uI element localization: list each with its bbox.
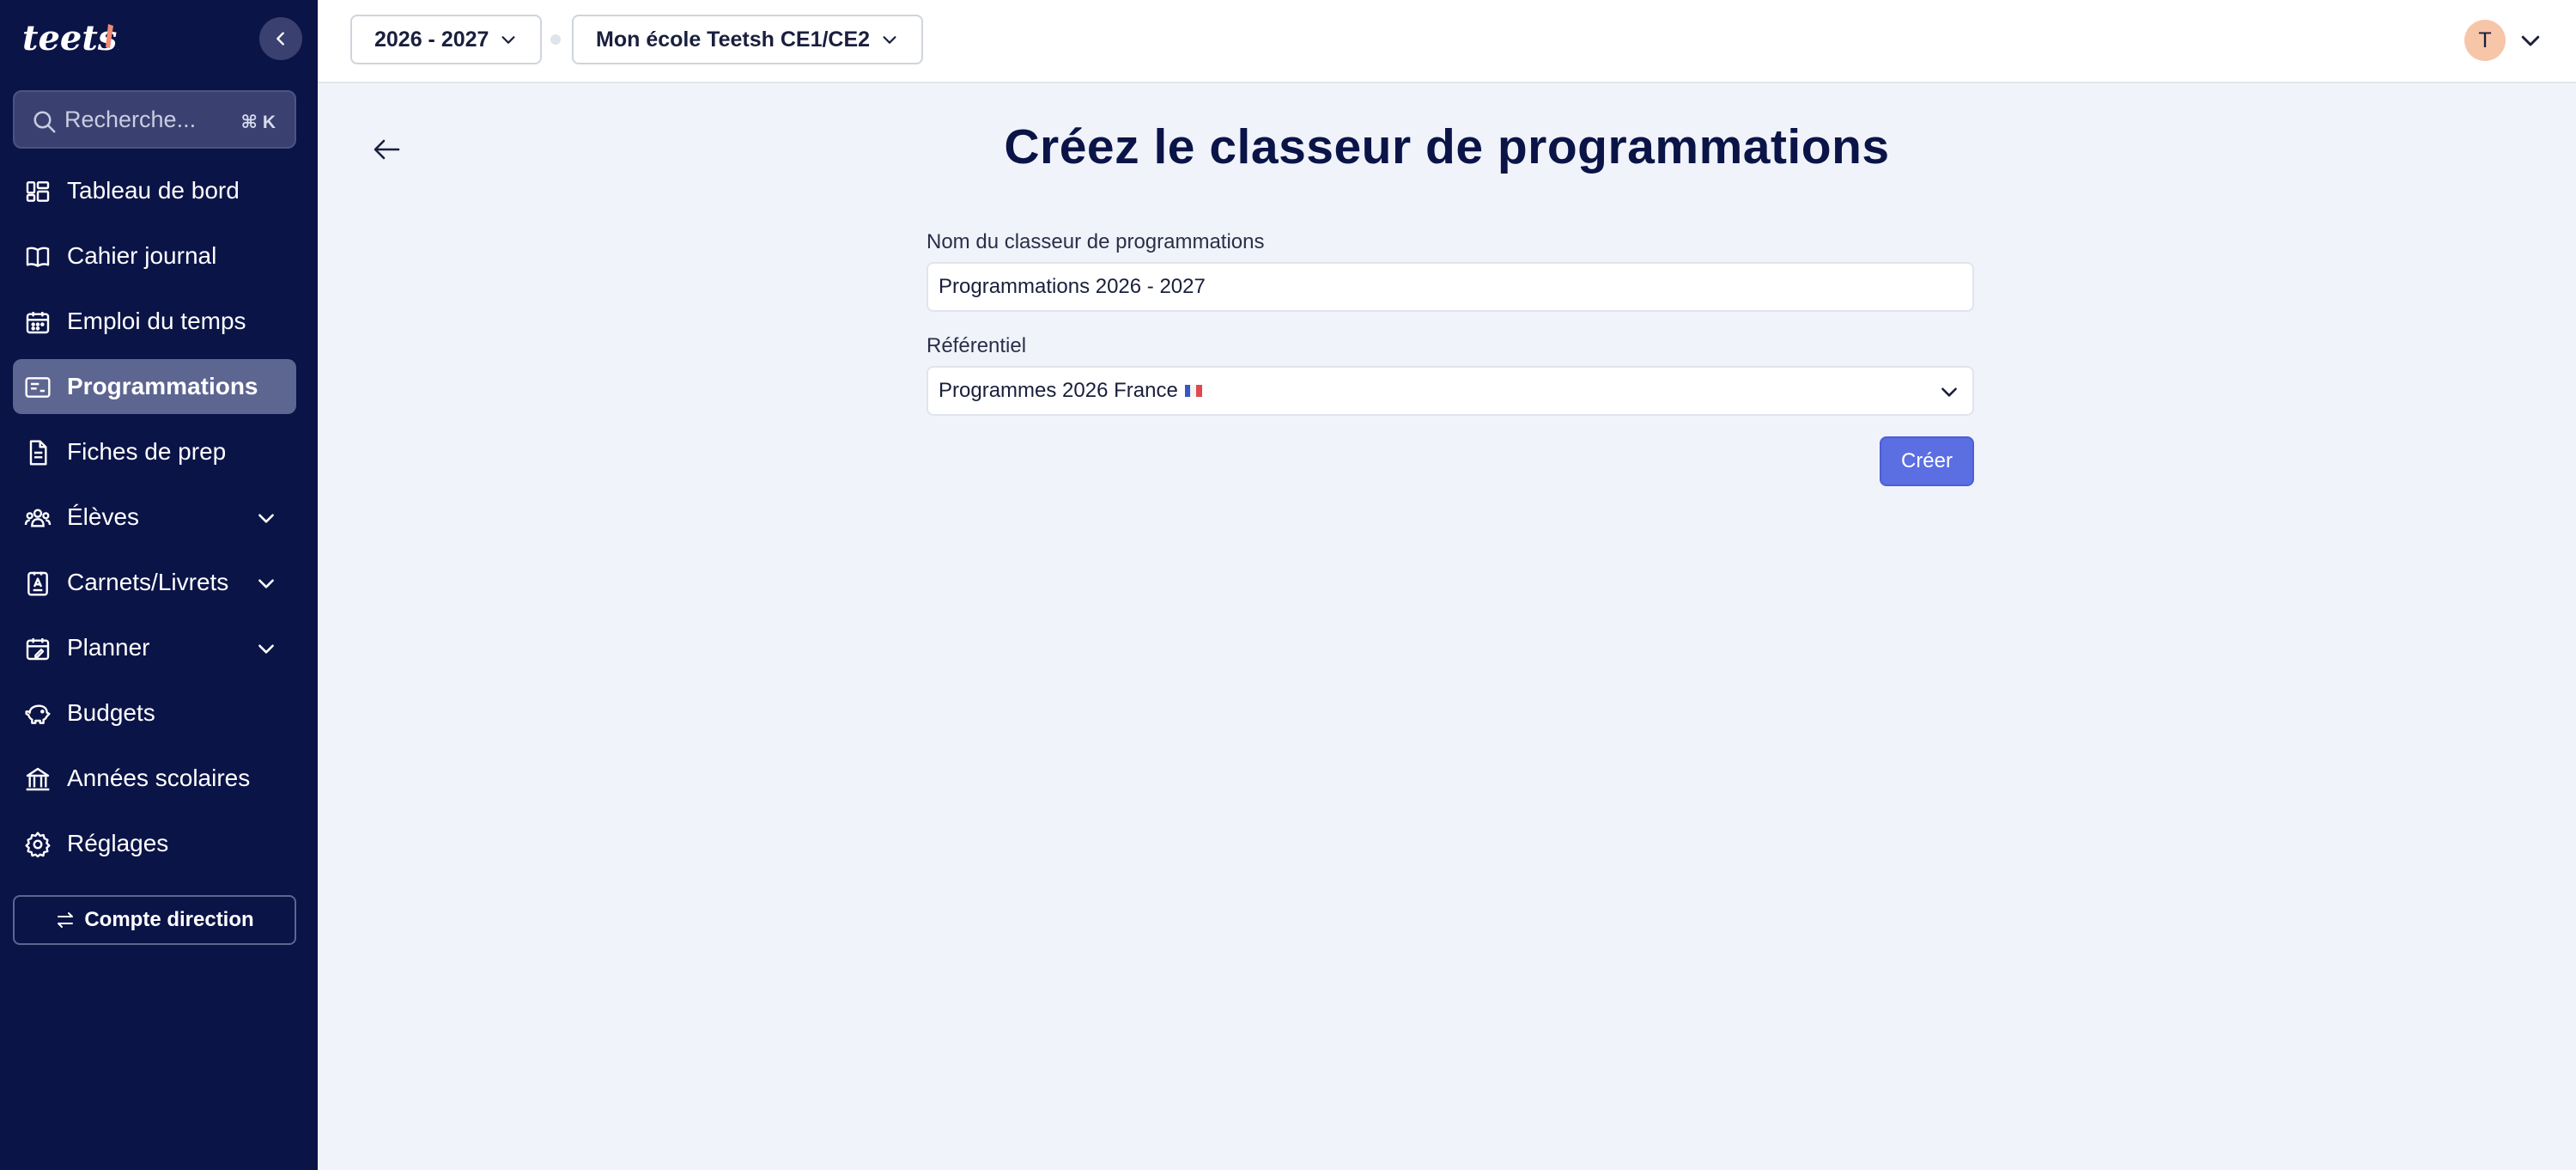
search-icon (33, 111, 56, 133)
collapse-sidebar-button[interactable] (259, 17, 302, 60)
create-button-label: Créer (1900, 449, 1953, 472)
compte-direction-button[interactable]: Compte direction (13, 895, 296, 945)
top-bar: 2026 - 2027 Mon école Teetsh CE1/CE2 T (318, 0, 2576, 83)
institution-icon (26, 767, 50, 791)
page-title: Créez le classeur de programmations (1004, 119, 1890, 174)
chevron-down-icon (1941, 387, 1957, 397)
avatar-initial: T (2478, 27, 2492, 52)
referential-field-label: Référentiel (927, 334, 1027, 357)
sidebar-item-planner[interactable]: Planner (13, 620, 296, 675)
sidebar-item-budgets[interactable]: Budgets (13, 686, 296, 740)
school-selector[interactable]: Mon école Teetsh CE1/CE2 (572, 15, 924, 64)
year-selector[interactable]: 2026 - 2027 (350, 15, 543, 64)
sidebar-item-label: Fiches de prep (67, 438, 227, 465)
chevron-down-icon[interactable] (2518, 27, 2543, 53)
svg-text:teetsh: teetsh (22, 18, 118, 58)
students-icon (24, 509, 52, 527)
referential-select[interactable]: Programmes 2026 France (927, 366, 1974, 416)
teetsh-logo[interactable]: teetsh (22, 14, 118, 62)
sidebar-item-label: Budgets (67, 699, 155, 726)
sidebar-item-label: Tableau de bord (67, 177, 240, 204)
create-button[interactable]: Créer (1880, 436, 1974, 486)
sidebar-item-reglages[interactable]: Réglages (13, 816, 296, 871)
planner-icon (26, 638, 50, 661)
france-flag-icon (1184, 385, 1202, 397)
year-selector-label: 2026 - 2027 (374, 27, 489, 52)
sidebar-item-label: Planner (67, 634, 150, 661)
book-icon (26, 247, 50, 267)
piggy-bank-icon (25, 704, 51, 724)
sidebar-item-emploi-du-temps[interactable]: Emploi du temps (13, 294, 296, 349)
classeur-name-input[interactable] (927, 262, 1974, 312)
sidebar-item-programmations[interactable]: Programmations (13, 359, 296, 414)
search-bar[interactable]: Recherche... ⌘ K (13, 90, 296, 149)
chevron-down-icon (501, 36, 515, 44)
separator-dot (550, 34, 561, 45)
sidebar-item-tableau-de-bord[interactable]: Tableau de bord (13, 163, 296, 218)
school-selector-label: Mon école Teetsh CE1/CE2 (596, 27, 871, 52)
sidebar-item-label: Programmations (67, 373, 258, 399)
chevron-left-icon (276, 32, 284, 46)
sidebar-item-carnets-livrets[interactable]: Carnets/Livrets (13, 555, 296, 610)
name-field-label: Nom du classeur de programmations (927, 230, 1265, 253)
sidebar-item-label: Années scolaires (67, 765, 251, 791)
notebook-icon (27, 571, 48, 596)
gear-icon (25, 832, 51, 858)
document-icon (29, 440, 47, 466)
search-placeholder: Recherche... (64, 107, 197, 132)
switch-arrows-icon (58, 912, 74, 928)
sidebar-item-annees-scolaires[interactable]: Années scolaires (13, 751, 296, 806)
chevron-down-icon (258, 644, 274, 654)
chevron-down-icon (258, 514, 274, 523)
sidebar-item-label: Réglages (67, 830, 169, 856)
sidebar-item-label: Carnets/Livrets (67, 569, 229, 595)
sidebar: teetsh Recherche... ⌘ K Tableau de bord … (0, 0, 318, 1170)
compte-direction-label: Compte direction (84, 908, 254, 931)
chevron-down-icon (883, 36, 896, 44)
chevron-down-icon (258, 579, 274, 588)
sidebar-item-label: Emploi du temps (67, 308, 246, 334)
sidebar-item-fiches-de-prep[interactable]: Fiches de prep (13, 424, 296, 479)
sidebar-item-label: Cahier journal (67, 242, 217, 269)
avatar[interactable]: T (2464, 20, 2506, 61)
programmations-icon (25, 377, 51, 398)
sidebar-item-label: Élèves (67, 503, 140, 530)
dashboard-icon (26, 181, 50, 202)
sidebar-item-eleves[interactable]: Élèves (13, 490, 296, 545)
referential-select-value: Programmes 2026 France (939, 379, 1178, 402)
sidebar-item-cahier-journal[interactable]: Cahier journal (13, 229, 296, 283)
calendar-icon (26, 312, 50, 334)
search-shortcut: ⌘ K (240, 113, 276, 132)
